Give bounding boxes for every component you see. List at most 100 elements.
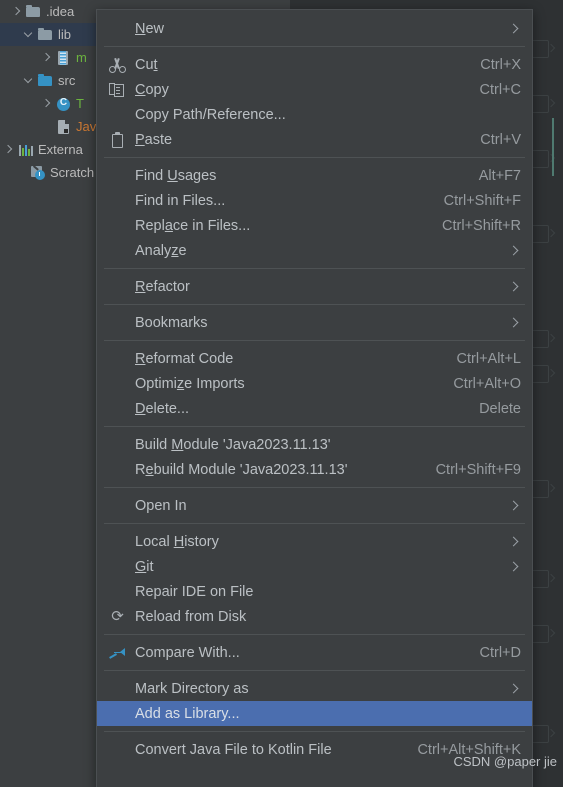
menu-item[interactable]: Compare With... Ctrl+D <box>97 640 532 665</box>
copy-icon <box>108 81 129 99</box>
menu-item[interactable]: Repair IDE on File <box>97 579 532 604</box>
menu-item-icon-slot <box>108 400 129 418</box>
menu-item-label: Rebuild Module 'Java2023.11.13' <box>135 461 348 478</box>
chevron-right-icon[interactable] <box>509 500 521 512</box>
menu-item[interactable]: Git <box>97 554 532 579</box>
scissors-icon <box>108 56 129 74</box>
menu-item-shortcut: Ctrl+Shift+F <box>443 192 521 209</box>
chevron-right-icon[interactable] <box>509 23 521 35</box>
folder-icon <box>25 4 42 20</box>
menu-separator <box>104 634 525 635</box>
menu-item-icon-slot <box>108 436 129 454</box>
menu-item[interactable]: Find Usages Alt+F7 <box>97 163 532 188</box>
watermark: CSDN @paper jie <box>453 754 557 769</box>
menu-item[interactable]: Bookmarks <box>97 310 532 335</box>
menu-item[interactable]: Paste Ctrl+V <box>97 127 532 152</box>
menu-item[interactable]: Rebuild Module 'Java2023.11.13' Ctrl+Shif… <box>97 457 532 482</box>
menu-item[interactable]: Cut Ctrl+X <box>97 52 532 77</box>
menu-item-label: Delete... <box>135 400 190 417</box>
menu-item[interactable]: Copy Path/Reference... <box>97 102 532 127</box>
menu-item-icon-slot <box>108 558 129 576</box>
menu-item-shortcut: Ctrl+Shift+F9 <box>435 461 521 478</box>
menu-item-icon-slot <box>108 680 129 698</box>
menu-item[interactable]: Copy Ctrl+C <box>97 77 532 102</box>
tree-row-label: src <box>58 73 76 88</box>
menu-item-icon-slot <box>108 533 129 551</box>
menu-separator <box>104 523 525 524</box>
menu-item[interactable]: Analyze <box>97 238 532 263</box>
menu-item[interactable]: ⟳ Reload from Disk <box>97 604 532 629</box>
scratches-icon <box>29 165 46 181</box>
tree-row-label: Externa <box>38 142 83 157</box>
menu-item[interactable]: Find in Files... Ctrl+Shift+F <box>97 188 532 213</box>
chevron-right-icon[interactable] <box>2 143 15 156</box>
chevron-right-icon[interactable] <box>509 561 521 573</box>
menu-item[interactable]: New <box>97 16 532 41</box>
menu-item[interactable]: Mark Directory as <box>97 676 532 701</box>
menu-item-shortcut: Ctrl+X <box>480 56 521 73</box>
menu-separator <box>104 487 525 488</box>
menu-item-label: Repair IDE on File <box>135 583 254 600</box>
java-class-icon <box>55 96 72 112</box>
tree-row-label: m <box>76 50 87 65</box>
menu-item-icon-slot <box>108 314 129 332</box>
menu-item-label: Reload from Disk <box>135 608 247 625</box>
menu-item-label: Build Module 'Java2023.11.13' <box>135 436 331 453</box>
menu-item-label: Compare With... <box>135 644 240 661</box>
menu-item-label: New <box>135 20 165 37</box>
menu-separator <box>104 731 525 732</box>
chevron-right-icon[interactable] <box>509 245 521 257</box>
tree-row-label: lib <box>58 27 72 42</box>
folder-icon <box>37 27 54 43</box>
menu-item-icon-slot <box>108 583 129 601</box>
menu-item-shortcut: Ctrl+D <box>479 644 522 661</box>
menu-item-icon-slot <box>108 20 129 38</box>
menu-item-icon-slot <box>108 350 129 368</box>
menu-item[interactable]: Open In <box>97 493 532 518</box>
chevron-down-icon[interactable] <box>22 74 35 87</box>
menu-item[interactable]: Reformat Code Ctrl+Alt+L <box>97 346 532 371</box>
menu-item[interactable]: Refactor <box>97 274 532 299</box>
menu-separator <box>104 304 525 305</box>
menu-item-icon-slot <box>108 217 129 235</box>
menu-item[interactable]: Build Module 'Java2023.11.13' <box>97 432 532 457</box>
menu-separator <box>104 426 525 427</box>
chevron-right-icon[interactable] <box>509 317 521 329</box>
chevron-right-icon[interactable] <box>509 536 521 548</box>
idea-window: .idealibmsrcTJavaExternaScratch NewCutCt… <box>0 0 563 787</box>
menu-item-label: Bookmarks <box>135 314 208 331</box>
menu-item[interactable]: Replace in Files... Ctrl+Shift+R <box>97 213 532 238</box>
menu-item-icon-slot <box>108 242 129 260</box>
menu-item-icon-slot <box>108 741 129 759</box>
chevron-right-icon[interactable] <box>509 281 521 293</box>
menu-item[interactable]: Add as Library... <box>97 701 532 726</box>
menu-item-shortcut: Ctrl+C <box>479 81 522 98</box>
menu-item[interactable]: Optimize Imports Ctrl+Alt+O <box>97 371 532 396</box>
menu-item-shortcut: Ctrl+V <box>480 131 521 148</box>
menu-item-label: Cut <box>135 56 158 73</box>
menu-item[interactable]: Local History <box>97 529 532 554</box>
chevron-right-icon[interactable] <box>40 51 53 64</box>
menu-item-label: Mark Directory as <box>135 680 249 697</box>
menu-item-label: Local History <box>135 533 219 550</box>
java-file-icon <box>55 119 72 135</box>
compare-icon <box>108 644 129 662</box>
menu-item-icon-slot <box>108 278 129 296</box>
menu-item[interactable]: Delete... Delete <box>97 396 532 421</box>
file-context-menu[interactable]: New Cut Ctrl+X Copy Ctrl+C Copy Path/Referenc… <box>96 9 533 787</box>
menu-item-label: Git <box>135 558 154 575</box>
tree-row-label: T <box>76 96 84 111</box>
menu-separator <box>104 268 525 269</box>
menu-item-shortcut: Ctrl+Alt+L <box>456 350 521 367</box>
chevron-right-icon[interactable] <box>509 683 521 695</box>
menu-item-icon-slot <box>108 167 129 185</box>
tree-row-label: Scratch <box>50 165 95 180</box>
chevron-right-icon[interactable] <box>10 5 23 18</box>
menu-item-shortcut: Delete <box>479 400 521 417</box>
chevron-right-icon[interactable] <box>40 97 53 110</box>
menu-item-label: Copy Path/Reference... <box>135 106 286 123</box>
menu-item-label: Open In <box>135 497 187 514</box>
editor-caret-line <box>552 118 554 176</box>
chevron-down-icon[interactable] <box>22 28 35 41</box>
menu-item-label: Copy <box>135 81 169 98</box>
